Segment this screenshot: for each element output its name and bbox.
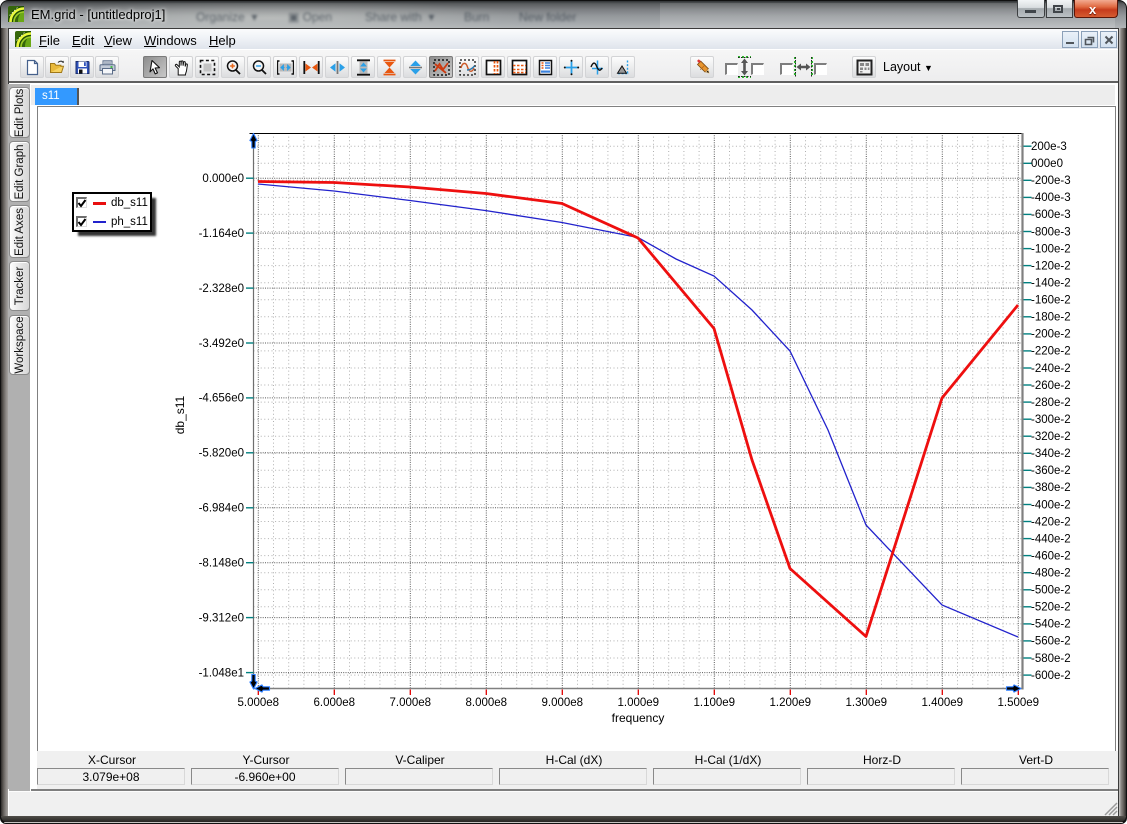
svg-text:-800e-3: -800e-3 (1031, 226, 1071, 238)
svg-text:-8.148e0: -8.148e0 (199, 558, 244, 570)
svg-text:-1.048e1: -1.048e1 (199, 667, 244, 679)
svg-text:200e-3: 200e-3 (1031, 141, 1067, 153)
svg-text:7.000e8: 7.000e8 (390, 697, 432, 709)
svg-text:-300e-2: -300e-2 (1031, 414, 1071, 426)
svg-text:-440e-2: -440e-2 (1031, 533, 1071, 545)
svg-text:-4.656e0: -4.656e0 (199, 393, 244, 405)
svg-text:-380e-2: -380e-2 (1031, 482, 1071, 494)
svg-text:-420e-2: -420e-2 (1031, 516, 1071, 528)
svg-text:8.000e8: 8.000e8 (466, 697, 508, 709)
svg-text:-400e-3: -400e-3 (1031, 192, 1071, 204)
svg-text:-220e-2: -220e-2 (1031, 346, 1071, 358)
svg-text:-340e-2: -340e-2 (1031, 448, 1071, 460)
svg-text:1.000e9: 1.000e9 (618, 697, 660, 709)
svg-text:9.000e8: 9.000e8 (542, 697, 584, 709)
svg-text:-600e-3: -600e-3 (1031, 209, 1071, 221)
svg-text:5.000e8: 5.000e8 (238, 697, 280, 709)
svg-text:-280e-2: -280e-2 (1031, 397, 1071, 409)
svg-text:000e0: 000e0 (1031, 158, 1063, 170)
svg-text:-2.328e0: -2.328e0 (199, 283, 244, 295)
svg-text:6.000e8: 6.000e8 (314, 697, 356, 709)
svg-text:-460e-2: -460e-2 (1031, 550, 1071, 562)
svg-text:1.500e9: 1.500e9 (998, 697, 1040, 709)
svg-text:-120e-2: -120e-2 (1031, 260, 1071, 272)
svg-text:1.100e9: 1.100e9 (694, 697, 736, 709)
svg-text:-160e-2: -160e-2 (1031, 295, 1071, 307)
svg-text:-5.820e0: -5.820e0 (199, 448, 244, 460)
svg-text:-100e-2: -100e-2 (1031, 243, 1071, 255)
svg-text:0.000e0: 0.000e0 (202, 173, 244, 185)
svg-text:db_s11: db_s11 (173, 395, 187, 434)
svg-text:-400e-2: -400e-2 (1031, 499, 1071, 511)
svg-text:-540e-2: -540e-2 (1031, 619, 1071, 631)
svg-text:-200e-2: -200e-2 (1031, 329, 1071, 341)
svg-text:-260e-2: -260e-2 (1031, 380, 1071, 392)
svg-text:-200e-3: -200e-3 (1031, 175, 1071, 187)
svg-text:-500e-2: -500e-2 (1031, 585, 1071, 597)
svg-text:1.200e9: 1.200e9 (770, 697, 812, 709)
svg-text:frequency: frequency (612, 711, 665, 725)
svg-text:-1.164e0: -1.164e0 (199, 228, 244, 240)
svg-text:-180e-2: -180e-2 (1031, 312, 1071, 324)
svg-text:1.300e9: 1.300e9 (846, 697, 888, 709)
svg-text:-580e-2: -580e-2 (1031, 653, 1071, 665)
svg-text:-9.312e0: -9.312e0 (199, 612, 244, 624)
svg-text:-240e-2: -240e-2 (1031, 363, 1071, 375)
svg-text:-360e-2: -360e-2 (1031, 465, 1071, 477)
svg-text:-6.984e0: -6.984e0 (199, 503, 244, 515)
svg-text:-560e-2: -560e-2 (1031, 636, 1071, 648)
svg-text:1.400e9: 1.400e9 (922, 697, 964, 709)
svg-text:-3.492e0: -3.492e0 (199, 338, 244, 350)
svg-text:-140e-2: -140e-2 (1031, 278, 1071, 290)
svg-text:-480e-2: -480e-2 (1031, 568, 1071, 580)
svg-text:-320e-2: -320e-2 (1031, 431, 1071, 443)
svg-text:-520e-2: -520e-2 (1031, 602, 1071, 614)
svg-text:-600e-2: -600e-2 (1031, 670, 1071, 682)
